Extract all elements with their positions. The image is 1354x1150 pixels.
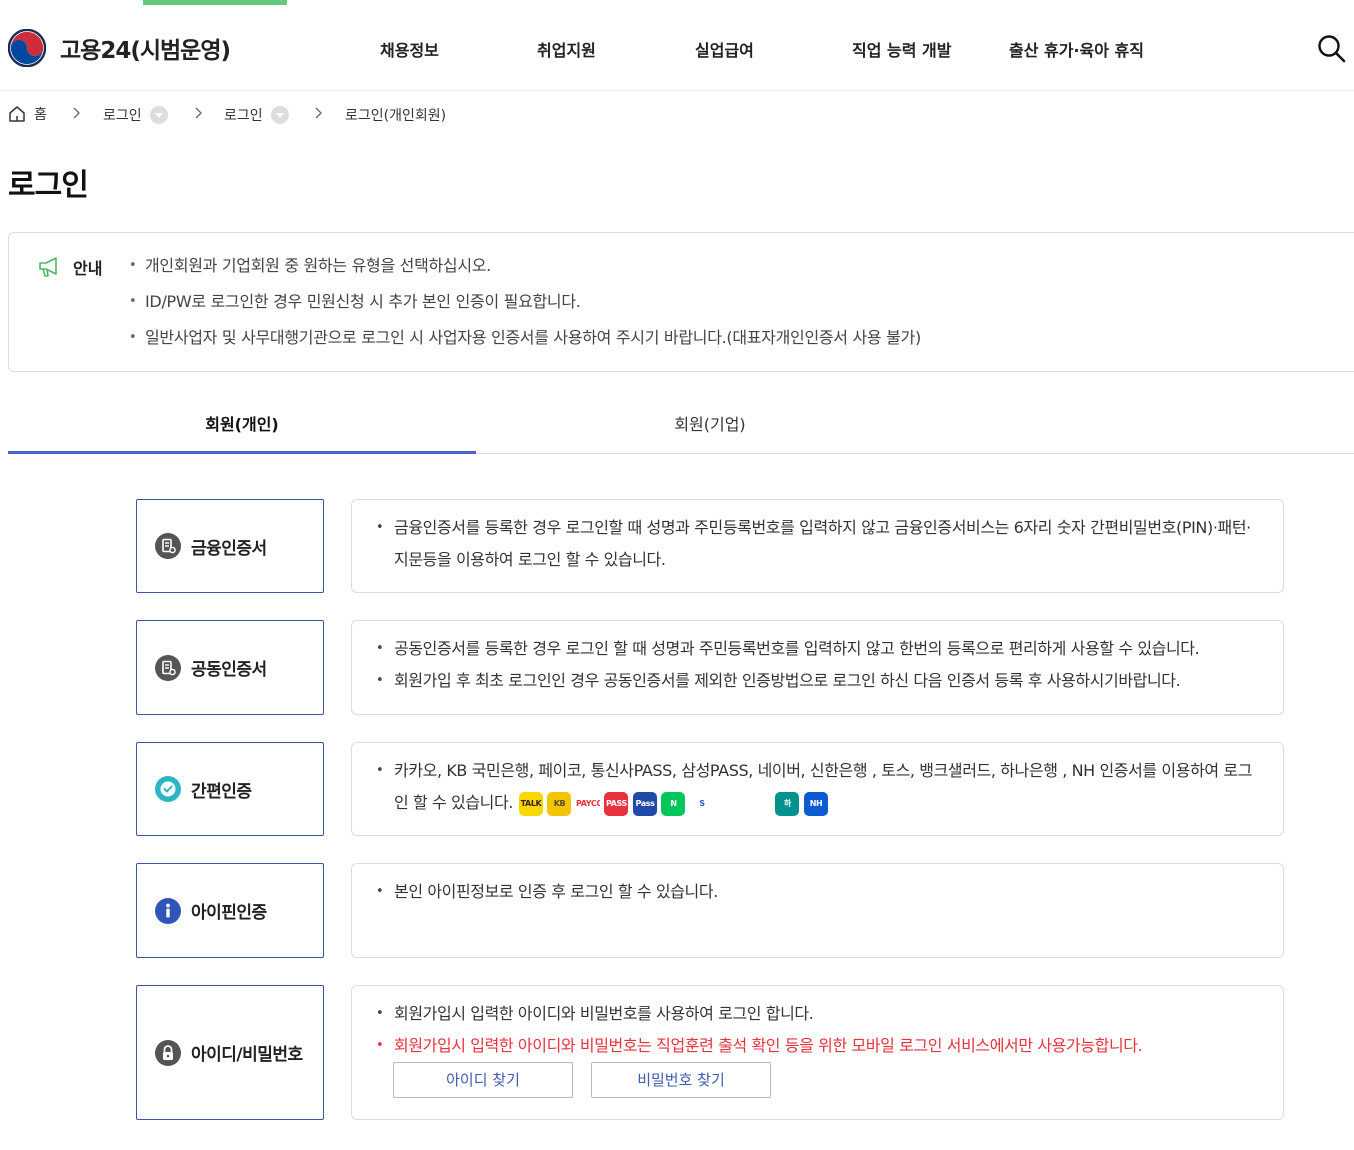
- ipin-auth-description: 본인 아이핀정보로 인증 후 로그인 할 수 있습니다.: [351, 863, 1284, 958]
- simple-auth-button[interactable]: 간편인증: [136, 742, 324, 836]
- megaphone-icon: [39, 257, 57, 277]
- nav-item-maternity-leave[interactable]: 출산 휴가·육아 휴직: [1009, 37, 1144, 61]
- notice-item: 일반사업자 및 사무대행기관으로 로그인 시 사업자용 인증서를 사용하여 주시…: [129, 327, 921, 363]
- certificate-icon: [155, 533, 181, 559]
- joint-cert-description: 공동인증서를 등록한 경우 로그인 할 때 성명과 주민등록번호를 입력하지 않…: [351, 620, 1284, 715]
- notice-item: ID/PW로 로그인한 경우 민원신청 시 추가 본인 인증이 필요합니다.: [129, 291, 921, 327]
- breadcrumb-current: 로그인(개인회원): [345, 105, 446, 125]
- notice-label: 안내: [73, 259, 103, 278]
- method-label: 간편인증: [191, 781, 252, 802]
- kakao-icon: TALK: [518, 791, 543, 816]
- find-id-button[interactable]: 아이디 찾기: [393, 1062, 573, 1098]
- pass-icon: PASS: [604, 791, 629, 816]
- description-item: 카카오, KB 국민은행, 페이코, 통신사PASS, 삼성PASS, 네이버,…: [374, 755, 1263, 819]
- chevron-right-icon: [73, 107, 80, 119]
- financial-cert-button[interactable]: 금융인증서: [136, 499, 324, 593]
- id-password-button[interactable]: 아이디/비밀번호: [136, 985, 324, 1120]
- method-label: 공동인증서: [191, 660, 267, 680]
- info-icon: [155, 897, 181, 924]
- method-label: 금융인증서: [191, 538, 267, 559]
- nav-item-job-skill[interactable]: 직업 능력 개발: [852, 37, 951, 61]
- description-item: 공동인증서를 등록한 경우 로그인 할 때 성명과 주민등록번호를 입력하지 않…: [374, 633, 1263, 665]
- home-icon: [9, 106, 25, 122]
- financial-cert-description: 금융인증서를 등록한 경우 로그인할 때 성명과 주민등록번호를 입력하지 않고…: [351, 499, 1284, 593]
- hana-icon: 하: [775, 791, 800, 816]
- toss-icon: [718, 791, 743, 816]
- breadcrumb-item[interactable]: 로그인: [224, 105, 289, 125]
- description-item: 회원가입시 입력한 아이디와 비밀번호를 사용하여 로그인 합니다.: [374, 998, 1263, 1030]
- nav-item-employment-support[interactable]: 취업지원: [537, 37, 596, 61]
- breadcrumb-home[interactable]: 홈: [8, 104, 47, 124]
- chevron-down-icon[interactable]: [270, 106, 289, 124]
- kb-icon: KB: [547, 791, 572, 816]
- naver-icon: N: [661, 791, 686, 816]
- chevron-right-icon: [315, 107, 322, 119]
- site-header: 고용24(시범운영) 채용정보 취업지원 실업급여 직업 능력 개발 출산 휴가…: [0, 5, 1354, 91]
- description-item: 회원가입 후 최초 로그인인 경우 공동인증서를 제외한 인증방법으로 로그인 …: [374, 665, 1263, 697]
- logo-text: 고용24(시범운영): [60, 38, 231, 64]
- breadcrumb-item[interactable]: 로그인: [103, 105, 168, 125]
- auth-provider-icons: TALK KB PAYCO PASS Pass N S 하 NH: [518, 791, 833, 816]
- nav-item-jobs[interactable]: 채용정보: [380, 37, 439, 61]
- search-icon[interactable]: [1316, 33, 1346, 63]
- warning-item: 회원가입시 입력한 아이디와 비밀번호는 직업훈련 출석 확인 등을 위한 모바…: [374, 1030, 1263, 1062]
- tab-personal[interactable]: 회원(개인): [8, 396, 476, 454]
- ipin-auth-button[interactable]: 아이핀인증: [136, 863, 324, 958]
- simple-auth-description: 카카오, KB 국민은행, 페이코, 통신사PASS, 삼성PASS, 네이버,…: [351, 742, 1284, 836]
- chevron-down-icon[interactable]: [149, 106, 168, 124]
- description-item: 본인 아이핀정보로 인증 후 로그인 할 수 있습니다.: [374, 876, 1263, 908]
- joint-cert-button[interactable]: 공동인증서: [136, 620, 324, 715]
- page-title: 로그인: [8, 168, 89, 203]
- chevron-right-icon: [195, 107, 202, 119]
- notice-list: 개인회원과 기업회원 중 원하는 유형을 선택하십시오. ID/PW로 로그인한…: [129, 255, 921, 363]
- check-shield-icon: [155, 776, 181, 802]
- description-item: 금융인증서를 등록한 경우 로그인할 때 성명과 주민등록번호를 입력하지 않고…: [374, 512, 1263, 576]
- notice-item: 개인회원과 기업회원 중 원하는 유형을 선택하십시오.: [129, 255, 921, 291]
- samsung-pass-icon: Pass: [632, 791, 657, 816]
- banksalad-icon: [746, 791, 771, 816]
- nav-item-unemployment-benefit[interactable]: 실업급여: [695, 37, 754, 61]
- shinhan-icon: S: [689, 791, 714, 816]
- member-type-tabs: 회원(개인) 회원(기업): [8, 396, 1354, 454]
- notice-box: 안내 개인회원과 기업회원 중 원하는 유형을 선택하십시오. ID/PW로 로…: [8, 232, 1354, 372]
- lock-icon: [155, 1039, 181, 1066]
- breadcrumb-home-label: 홈: [34, 107, 47, 123]
- tab-corporate[interactable]: 회원(기업): [476, 396, 944, 454]
- method-label: 아이디/비밀번호: [191, 1045, 303, 1065]
- find-password-button[interactable]: 비밀번호 찾기: [591, 1062, 771, 1098]
- taegeuk-logo-icon: [8, 29, 46, 67]
- nh-icon: NH: [803, 791, 828, 816]
- breadcrumb-item-label: 로그인: [224, 108, 263, 124]
- id-password-description: 회원가입시 입력한 아이디와 비밀번호를 사용하여 로그인 합니다. 회원가입시…: [351, 985, 1284, 1120]
- breadcrumb-item-label: 로그인: [103, 108, 142, 124]
- method-label: 아이핀인증: [191, 903, 267, 923]
- breadcrumb-item-label: 로그인(개인회원): [345, 108, 447, 124]
- site-logo[interactable]: 고용24(시범운영): [8, 29, 231, 67]
- payco-icon: PAYCO: [575, 791, 600, 816]
- certificate-icon: [155, 654, 181, 681]
